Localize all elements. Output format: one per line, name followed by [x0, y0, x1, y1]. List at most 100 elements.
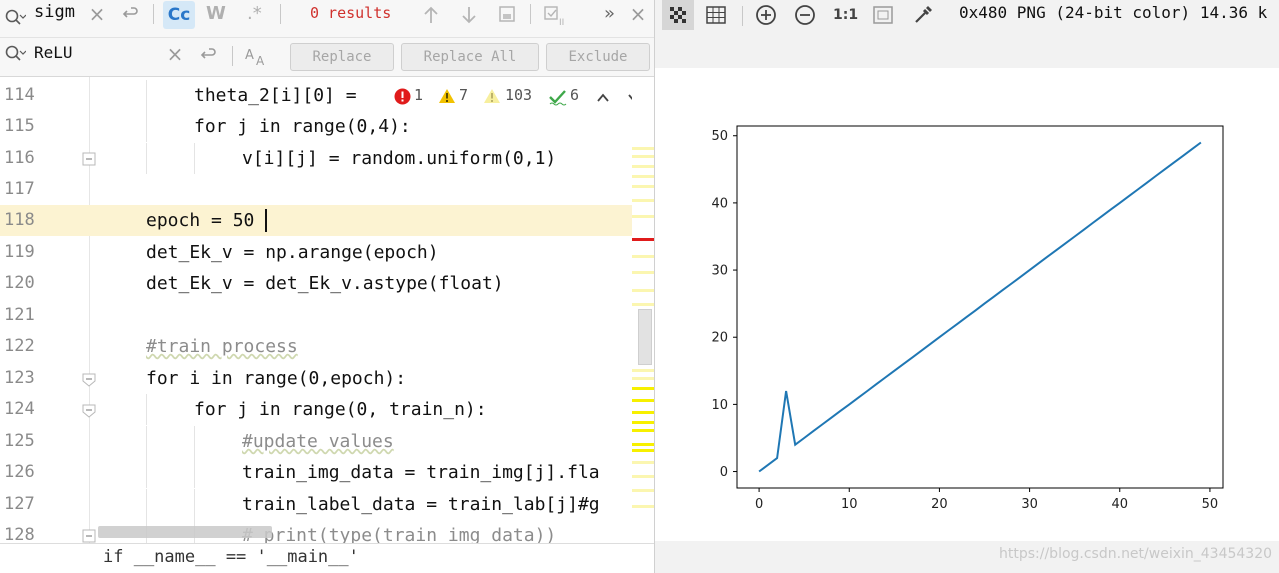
breadcrumb: if __name__ == '__main__' [0, 543, 654, 573]
line-chart: 0 10 20 30 40 50 0 10 20 30 40 50 [711, 125, 1224, 512]
code-text: epoch = 50 [146, 210, 255, 231]
svg-text:II: II [559, 18, 564, 27]
typo-count: 6 [570, 86, 580, 104]
clear-search-icon[interactable]: × [86, 4, 108, 24]
fold-marker-icon[interactable] [82, 403, 96, 422]
x-tick-label: 20 [931, 497, 948, 512]
line-number: 117 [4, 179, 35, 199]
filter-search-results-icon[interactable]: II [542, 5, 572, 32]
editor-pane: sigm × Cc W .* 0 results II » × ReLU × A… [0, 0, 654, 573]
watermark: https://blog.csdn.net/weixin_43454320 [999, 546, 1273, 562]
indent-guide [194, 426, 195, 457]
replace-history-icon[interactable] [196, 45, 220, 70]
code-line[interactable]: 123 for i in range(0,epoch): [0, 363, 632, 394]
history-icon[interactable] [118, 4, 142, 29]
code-editor[interactable]: 114 theta_2[i][0] = 1 7 103 6 115 for j … [0, 77, 654, 543]
previous-occurrence-icon[interactable] [420, 5, 442, 30]
select-all-occurrences-icon[interactable] [496, 5, 518, 28]
replace-search-icon[interactable] [2, 44, 28, 69]
line-number: 119 [4, 242, 35, 262]
code-text: det_Ek_v = np.arange(epoch) [146, 242, 439, 263]
clear-replace-icon[interactable]: × [164, 44, 186, 64]
vertical-scrollbar-thumb[interactable] [638, 309, 652, 365]
indent-guide [146, 426, 147, 457]
x-tick-label: 10 [841, 497, 858, 512]
warning-icon[interactable] [438, 88, 456, 108]
weak-warning-count: 103 [505, 86, 533, 104]
zoom-in-icon[interactable] [755, 4, 777, 30]
next-occurrence-icon[interactable] [458, 5, 480, 30]
error-icon[interactable] [394, 88, 411, 109]
find-bar: sigm × Cc W .* 0 results II » × [0, 0, 654, 38]
typo-check-icon[interactable] [548, 88, 568, 110]
code-line[interactable]: 124 for j in range(0, train_n): [0, 394, 632, 425]
close-find-icon[interactable]: × [628, 4, 648, 24]
breadcrumb-item[interactable]: if __name__ == '__main__' [103, 546, 359, 568]
regex-toggle[interactable]: .* [247, 2, 262, 26]
whole-word-toggle[interactable]: W [206, 2, 226, 26]
indent-guide [146, 80, 147, 111]
code-line[interactable]: 120 det_Ek_v = det_Ek_v.astype(float) [0, 268, 632, 299]
code-line[interactable]: 122 #train process [0, 331, 632, 362]
error-marker[interactable] [632, 238, 654, 241]
indent-guide [146, 143, 147, 174]
horizontal-scrollbar-thumb[interactable] [98, 526, 272, 538]
code-line[interactable]: 127 train_label_data = train_lab[j]#g [0, 489, 632, 520]
color-picker-icon[interactable] [912, 4, 934, 30]
code-comment: #train process [146, 336, 298, 357]
preserve-case-icon[interactable]: AA [242, 45, 272, 72]
result-count: 0 results [310, 4, 392, 22]
replace-bar: ReLU × AA Replace Replace All Exclude [0, 38, 654, 77]
x-tick-label: 40 [1111, 497, 1128, 512]
search-input[interactable]: sigm [34, 2, 75, 22]
fold-marker-icon[interactable] [82, 372, 96, 391]
code-line[interactable]: 125 #update values [0, 426, 632, 457]
image-viewer: 1:1 0x480 PNG (24-bit color) 14.36 k 0 10… [654, 0, 1279, 573]
viewer-toolbar: 1:1 0x480 PNG (24-bit color) 14.36 k [655, 0, 1279, 30]
replace-button[interactable]: Replace [290, 43, 394, 71]
code-line[interactable]: 114 theta_2[i][0] = 1 7 103 6 [0, 80, 640, 111]
error-stripe[interactable] [632, 77, 654, 543]
svg-text:A: A [256, 54, 265, 67]
grid-icon[interactable] [705, 5, 727, 29]
code-line[interactable]: 119 det_Ek_v = np.arange(epoch) [0, 237, 632, 268]
code-line-current[interactable]: 118 epoch = 50 [0, 205, 632, 236]
ide-window: sigm × Cc W .* 0 results II » × ReLU × A… [0, 0, 1279, 573]
line-number: 127 [4, 494, 35, 514]
code-text: for j in range(0,4): [194, 116, 411, 137]
code-line[interactable]: 116 v[i][j] = random.uniform(0,1) [0, 143, 632, 174]
code-line[interactable]: 117 [0, 174, 632, 205]
warning-count: 7 [459, 86, 469, 104]
fit-zoom-icon[interactable] [872, 5, 894, 29]
code-line[interactable]: 121 [0, 300, 632, 331]
zoom-out-icon[interactable] [794, 4, 816, 30]
more-options-button[interactable]: » [604, 3, 615, 25]
indent-guide [194, 489, 195, 520]
fold-marker-icon[interactable] [82, 528, 96, 543]
x-tick-label: 30 [1021, 497, 1038, 512]
match-case-toggle[interactable]: Cc [163, 1, 195, 29]
indent-guide [146, 394, 147, 425]
code-line[interactable]: 126 train_img_data = train_img[j].fla [0, 457, 632, 488]
code-comment: # print(type(train_img_data)) [242, 525, 557, 543]
actual-size-button[interactable]: 1:1 [833, 5, 858, 25]
previous-highlighted-error-icon[interactable] [596, 89, 610, 108]
weak-warning-icon[interactable] [483, 88, 501, 108]
replace-input[interactable]: ReLU [34, 43, 73, 63]
code-line[interactable]: 115 for j in range(0,4): [0, 111, 632, 142]
line-number: 125 [4, 431, 35, 451]
fold-marker-icon[interactable] [82, 151, 96, 170]
chessboard-toggle[interactable] [662, 0, 694, 30]
replace-all-button[interactable]: Replace All [401, 43, 539, 71]
y-tick-label: 40 [711, 196, 728, 211]
line-number: 124 [4, 399, 35, 419]
exclude-button[interactable]: Exclude [546, 43, 650, 71]
image-info: 0x480 PNG (24-bit color) 14.36 k [959, 3, 1268, 22]
y-tick-label: 0 [720, 465, 728, 480]
code-line[interactable]: 128 # print(type(train_img_data)) [0, 520, 632, 543]
search-icon[interactable] [2, 8, 28, 33]
svg-text:A: A [245, 48, 254, 63]
line-number: 114 [4, 85, 35, 105]
indent-guide [146, 111, 147, 142]
line-number: 128 [4, 525, 35, 543]
